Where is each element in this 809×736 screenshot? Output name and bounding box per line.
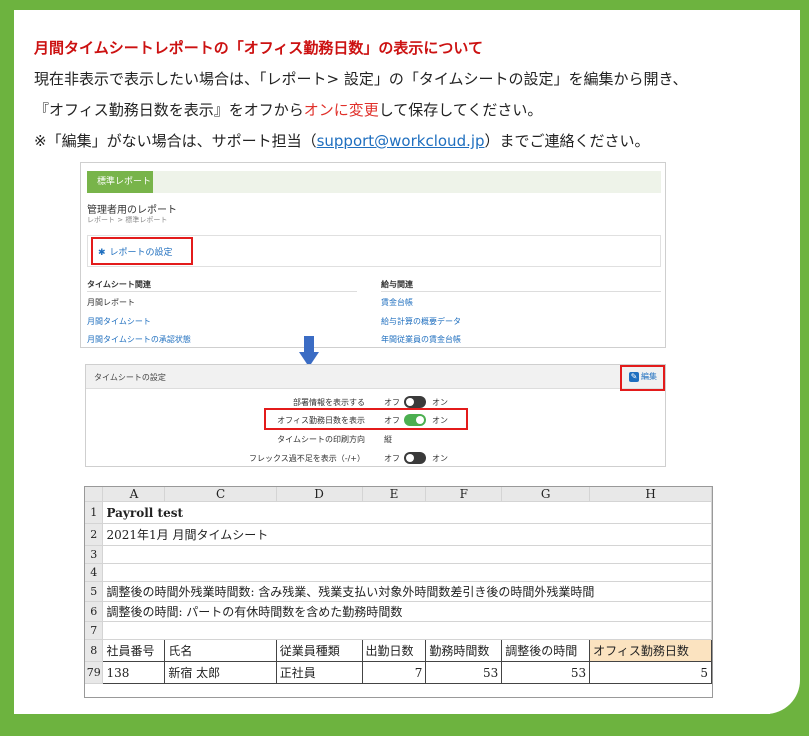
- off-label: オフ: [384, 454, 400, 463]
- cell-attendance-days[interactable]: 7: [361, 661, 427, 684]
- row-number[interactable]: 4: [85, 563, 104, 582]
- settings-box: ✱ レポートの設定: [87, 235, 661, 267]
- monthly-timesheet-link[interactable]: 月間タイムシート: [87, 316, 151, 327]
- department-toggle[interactable]: [404, 396, 426, 408]
- reports-screenshot: 標準レポート 管理者用のレポート レポート > 標準レポート ✱ レポートの設定 …: [80, 162, 666, 348]
- cell-a4[interactable]: [102, 563, 712, 582]
- on-label: オン: [432, 416, 448, 425]
- monthly-report-item: 月間レポート: [87, 298, 135, 307]
- column-header-row: A C D E F G H: [85, 487, 712, 502]
- row-number[interactable]: 3: [85, 545, 104, 564]
- column-header-h[interactable]: H: [589, 487, 712, 502]
- header-work-hours[interactable]: 勤務時間数: [425, 639, 503, 662]
- payroll-section-head: 給与関連: [381, 280, 413, 289]
- reports-title: 管理者用のレポート: [87, 205, 177, 216]
- instruction-line-3: ※「編集」がない場合は、サポート担当（support@workcloud.jp）…: [34, 132, 650, 150]
- header-attendance-days[interactable]: 出勤日数: [361, 639, 427, 662]
- off-label: オフ: [384, 416, 400, 425]
- column-header-g[interactable]: G: [501, 487, 591, 502]
- sheet-row: 6 調整後の時間: パートの有休時間数を含めた勤務時間数: [85, 601, 712, 622]
- row-number[interactable]: 5: [85, 581, 104, 602]
- header-office-days[interactable]: オフィス勤務日数: [589, 639, 712, 662]
- cell-a5[interactable]: 調整後の時間外残業時間数: 含み残業、残業支払い対象外時間数差引き後の時間外残業…: [102, 581, 712, 602]
- payroll-summary-link[interactable]: 給与計算の概要データ: [381, 316, 461, 327]
- timesheet-settings-screenshot: タイムシートの設定 ✎ 編集 部署情報を表示する オフ オン オフィス勤務日数を表…: [85, 364, 666, 467]
- sheet-row: 4: [85, 563, 712, 582]
- page-heading: 月間タイムシートレポートの「オフィス勤務日数」の表示について: [34, 39, 483, 57]
- header-adjusted-hours[interactable]: 調整後の時間: [501, 639, 591, 662]
- gear-icon: ✱: [98, 248, 106, 258]
- office-days-toggle[interactable]: [404, 414, 426, 426]
- cell-a1[interactable]: Payroll test: [102, 501, 712, 524]
- corner-cell[interactable]: [85, 487, 104, 502]
- sheet-row: 7: [85, 621, 712, 640]
- column-header-f[interactable]: F: [425, 487, 503, 502]
- on-label: オン: [432, 398, 448, 407]
- settings-title: タイムシートの設定: [94, 373, 166, 382]
- column-header-d[interactable]: D: [276, 487, 363, 502]
- row-number[interactable]: 2: [85, 523, 104, 546]
- settings-header: タイムシートの設定 ✎ 編集: [86, 365, 665, 389]
- instruction-line-2: 『オフィス勤務日数を表示』をオフからオンに変更して保存してください。: [34, 101, 543, 119]
- column-header-e[interactable]: E: [362, 487, 427, 502]
- cell-office-days[interactable]: 5: [589, 661, 712, 684]
- timesheet-approval-link[interactable]: 月間タイムシートの承認状態: [87, 334, 191, 345]
- sheet-data-row: 79 138 新宿 太郎 正社員 7 53 53 5: [85, 661, 712, 684]
- cell-employee-id[interactable]: 138: [102, 661, 166, 684]
- spreadsheet: A C D E F G H 1 Payroll test 2 2021年1月 月…: [84, 486, 713, 698]
- header-name[interactable]: 氏名: [164, 639, 277, 662]
- setting-label: タイムシートの印刷方向: [277, 435, 365, 444]
- annual-wage-ledger-link[interactable]: 年間従業員の賃金台帳: [381, 334, 461, 345]
- row-number[interactable]: 1: [85, 501, 104, 524]
- header-employee-type[interactable]: 従業員種類: [275, 639, 363, 662]
- cell-a3[interactable]: [102, 545, 712, 564]
- row-number[interactable]: 6: [85, 601, 104, 622]
- cell-employee-type[interactable]: 正社員: [275, 661, 363, 684]
- highlight-text: オンに変更: [303, 101, 379, 119]
- cell-name[interactable]: 新宿 太郎: [164, 661, 277, 684]
- cell-a2[interactable]: 2021年1月 月間タイムシート: [102, 523, 712, 546]
- row-number[interactable]: 8: [85, 639, 104, 662]
- setting-label: オフィス勤務日数を表示: [277, 416, 365, 425]
- print-direction-value: 縦: [384, 435, 392, 444]
- instruction-line-1: 現在非表示で表示したい場合は、「レポート> 設定」の「タイムシートの設定」を編集…: [34, 70, 688, 88]
- sheet-row: 1 Payroll test: [85, 501, 712, 524]
- setting-label: 部署情報を表示する: [293, 398, 365, 407]
- on-label: オン: [432, 454, 448, 463]
- report-tabbar: 標準レポート: [87, 171, 661, 193]
- sheet-row: 2 2021年1月 月間タイムシート: [85, 523, 712, 546]
- edit-highlight-box: [620, 365, 665, 391]
- cell-work-hours[interactable]: 53: [425, 661, 503, 684]
- row-number[interactable]: 7: [85, 621, 104, 640]
- setting-label: フレックス過不足を表示（-/+）: [248, 454, 365, 463]
- sheet-row: 3: [85, 545, 712, 564]
- row-number[interactable]: 79: [85, 661, 104, 684]
- sheet-row: 5 調整後の時間外残業時間数: 含み残業、残業支払い対象外時間数差引き後の時間外…: [85, 581, 712, 602]
- wage-ledger-link[interactable]: 賃金台帳: [381, 297, 413, 308]
- cell-a7[interactable]: [102, 621, 712, 640]
- column-header-c[interactable]: C: [164, 487, 277, 502]
- cell-adjusted-hours[interactable]: 53: [501, 661, 591, 684]
- sheet-header-row: 8 社員番号 氏名 従業員種類 出勤日数 勤務時間数 調整後の時間 オフィス勤務…: [85, 639, 712, 662]
- column-header-a[interactable]: A: [102, 487, 166, 502]
- header-employee-id[interactable]: 社員番号: [102, 639, 166, 662]
- flex-toggle[interactable]: [404, 452, 426, 464]
- cell-a6[interactable]: 調整後の時間: パートの有休時間数を含めた勤務時間数: [102, 601, 712, 622]
- support-email-link[interactable]: support@workcloud.jp: [317, 132, 485, 150]
- report-settings-link[interactable]: ✱ レポートの設定: [98, 245, 173, 258]
- setting-toggle-row: オフ: [384, 398, 400, 407]
- tab-standard-report[interactable]: 標準レポート: [87, 171, 162, 193]
- breadcrumb: レポート > 標準レポート: [87, 216, 168, 224]
- timesheet-section-head: タイムシート関連: [87, 280, 151, 289]
